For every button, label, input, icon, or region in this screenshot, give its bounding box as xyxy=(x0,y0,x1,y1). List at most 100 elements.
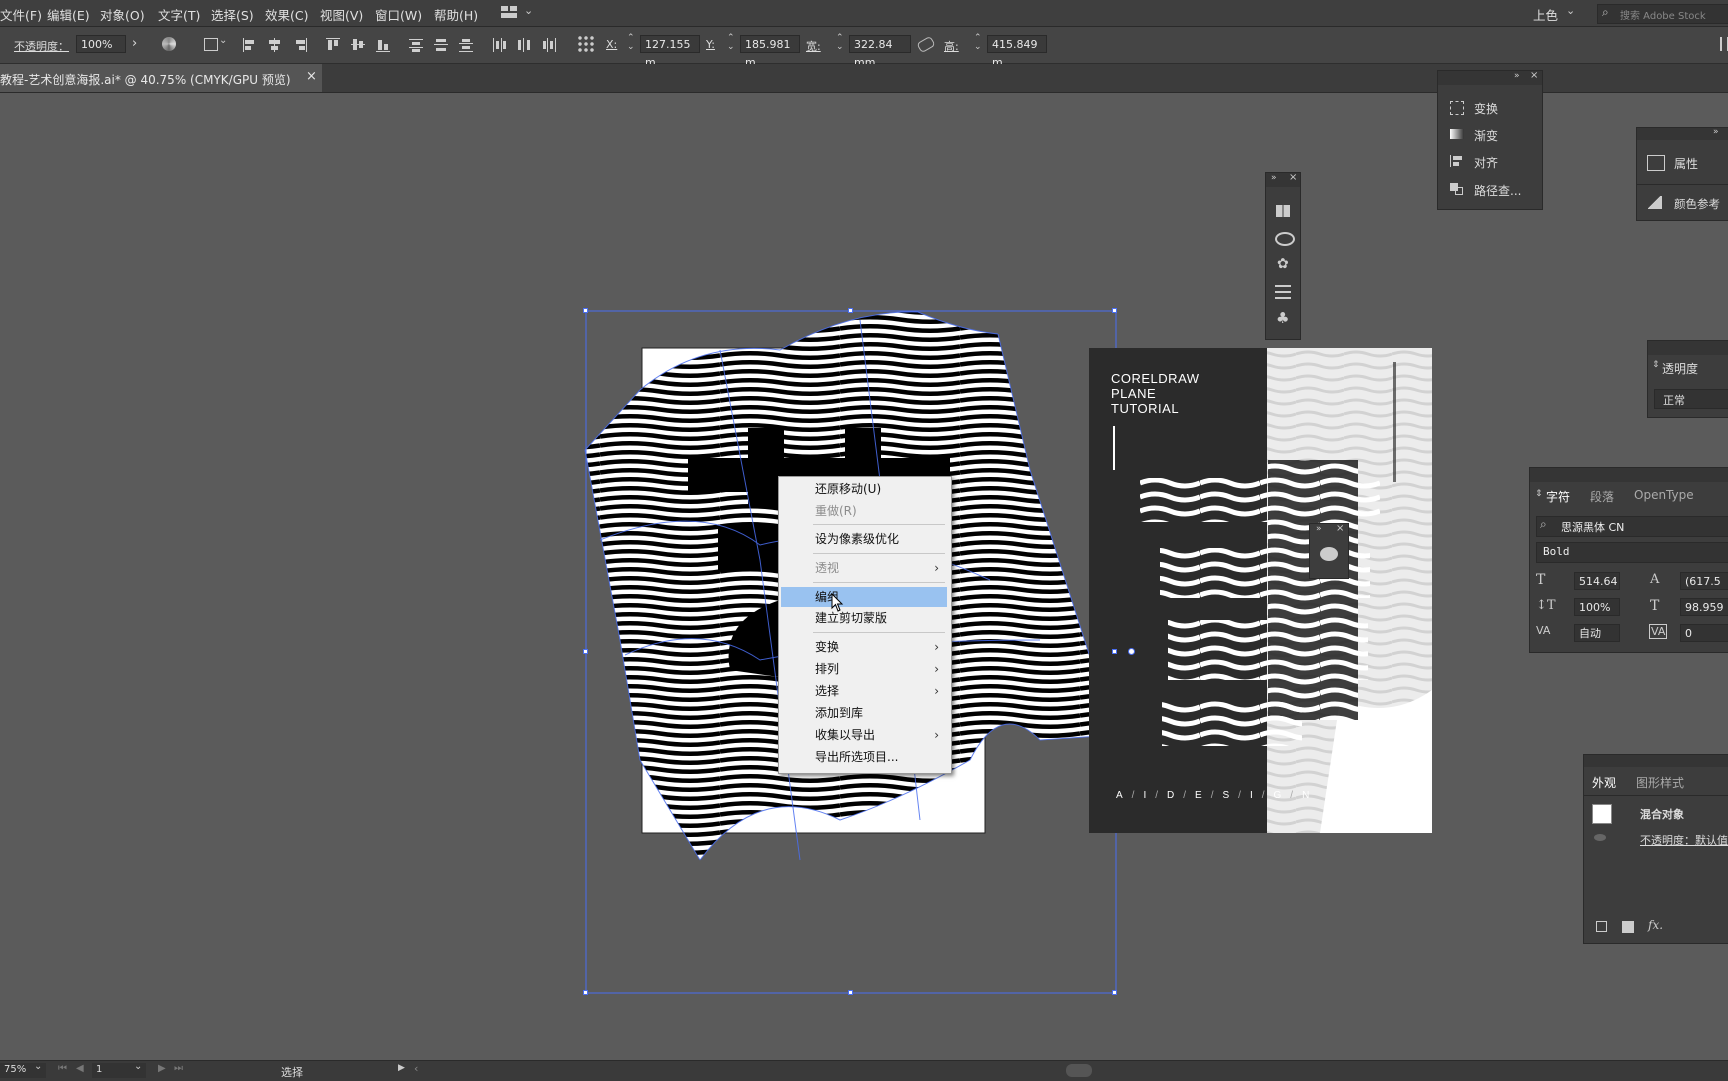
search-stock-input[interactable]: ⌕ 搜索 Adobe Stock xyxy=(1597,4,1728,24)
horizontal-scrollbar-thumb[interactable] xyxy=(1066,1064,1092,1077)
panel-menu-icon[interactable] xyxy=(1720,37,1728,51)
resize-handle[interactable] xyxy=(583,990,588,995)
kerning-field[interactable]: 自动 xyxy=(1574,624,1620,642)
menu-type[interactable]: 文字(T) xyxy=(158,5,200,24)
color-guide-icon[interactable] xyxy=(1320,547,1338,561)
context-item-collect-for-export[interactable]: 收集以导出 › xyxy=(781,725,947,745)
collapse-icon[interactable]: » xyxy=(1713,127,1719,137)
artboard-number-field[interactable]: 1 ⌄ xyxy=(92,1061,146,1078)
font-family-field[interactable]: ⌕ 思源黑体 CN xyxy=(1536,516,1728,537)
x-field[interactable]: 127.155 m xyxy=(640,35,700,69)
prev-artboard-icon[interactable]: ◀ xyxy=(76,1063,84,1074)
collapse-icon[interactable]: » xyxy=(1514,71,1520,81)
context-item-transform[interactable]: 变换 › xyxy=(781,637,947,657)
add-new-fill-icon[interactable] xyxy=(1622,921,1634,933)
resize-handle[interactable] xyxy=(848,990,853,995)
menu-select[interactable]: 选择(S) xyxy=(211,5,254,24)
context-item-add-to-library[interactable]: 添加到库 xyxy=(781,703,947,723)
stepper-icon[interactable]: ⌃ ⌄ xyxy=(836,34,844,52)
align-top-icon[interactable] xyxy=(326,38,340,52)
scroll-left-icon[interactable]: ‹ xyxy=(414,1062,418,1075)
resize-handle[interactable] xyxy=(1112,308,1117,313)
tab-paragraph[interactable]: 段落 xyxy=(1590,488,1614,505)
distribute-hcenter-icon[interactable] xyxy=(517,38,531,52)
panel-item-color-guide[interactable]: 颜色参考 xyxy=(1674,196,1720,212)
close-icon[interactable]: × xyxy=(1289,172,1297,183)
add-new-stroke-icon[interactable] xyxy=(1596,921,1607,932)
tracking-field[interactable]: 0 xyxy=(1680,624,1728,642)
appearance-opacity-row[interactable]: 不透明度：默认值 xyxy=(1640,832,1728,848)
context-item-group[interactable]: 编组 xyxy=(781,587,947,607)
menu-help[interactable]: 帮助(H) xyxy=(434,5,478,24)
shape-icon[interactable] xyxy=(204,38,218,51)
menu-object[interactable]: 对象(O) xyxy=(100,5,145,24)
height-field[interactable]: 415.849 m xyxy=(987,35,1047,69)
brushes-icon[interactable]: ✿ xyxy=(1277,256,1289,272)
tab-appearance[interactable]: 外观 xyxy=(1592,774,1616,791)
context-item-undo-move[interactable]: 还原移动(U) xyxy=(781,479,947,499)
next-artboard-icon[interactable]: ▶ xyxy=(158,1063,166,1074)
collapse-icon[interactable]: » xyxy=(1271,173,1277,183)
menu-edit[interactable]: 编辑(E) xyxy=(47,5,90,24)
panel-item-pathfinder[interactable]: 路径查... xyxy=(1474,182,1521,199)
distribute-right-icon[interactable] xyxy=(542,38,556,52)
close-icon[interactable]: × xyxy=(1336,523,1344,534)
stepper-icon[interactable]: ⌃ ⌄ xyxy=(974,34,982,52)
tab-character[interactable]: 字符 xyxy=(1546,488,1570,505)
last-artboard-icon[interactable]: ⏭ xyxy=(174,1063,183,1074)
y-field[interactable]: 185.981 m xyxy=(740,35,800,69)
symbols-icon[interactable]: ♣ xyxy=(1276,310,1289,326)
vertical-scale-field[interactable]: 100% xyxy=(1574,598,1620,616)
align-vcenter-icon[interactable] xyxy=(351,38,365,52)
tab-graphic-styles[interactable]: 图形样式 xyxy=(1636,774,1684,791)
chevron-right-icon[interactable]: › xyxy=(132,36,137,51)
distribute-bottom-icon[interactable] xyxy=(459,38,473,52)
visibility-eye-icon[interactable] xyxy=(1594,834,1606,841)
close-icon[interactable]: × xyxy=(306,69,317,84)
menu-window[interactable]: 窗口(W) xyxy=(375,5,422,24)
swatches-icon[interactable] xyxy=(1276,205,1290,217)
context-item-arrange[interactable]: 排列 › xyxy=(781,659,947,679)
reference-point-icon[interactable] xyxy=(577,35,595,53)
chevron-down-icon[interactable]: ⌄ xyxy=(1566,4,1575,17)
width-field[interactable]: 322.84 mm xyxy=(849,35,911,69)
recolor-icon[interactable] xyxy=(162,37,176,51)
stepper-icon[interactable]: ⌃ ⌄ xyxy=(727,34,735,52)
stroke-icon[interactable] xyxy=(1275,285,1291,299)
panel-item-align[interactable]: 对齐 xyxy=(1474,154,1498,171)
distribute-top-icon[interactable] xyxy=(409,38,423,52)
constrain-proportions-icon[interactable] xyxy=(916,35,936,54)
expand-icon[interactable]: ⇕ xyxy=(1652,360,1660,370)
align-right-icon[interactable] xyxy=(293,38,307,52)
blend-mode-select[interactable]: 正常 xyxy=(1654,389,1728,409)
zoom-field[interactable]: 75% ⌄ xyxy=(0,1061,46,1078)
close-icon[interactable]: × xyxy=(1530,70,1538,81)
document-tab[interactable]: 教程-艺术创意海报.ai* @ 40.75% (CMYK/GPU 预览) × xyxy=(0,64,322,92)
workspace-switcher-icon[interactable] xyxy=(501,6,517,18)
resize-handle[interactable] xyxy=(1112,649,1117,654)
stepper-icon[interactable]: ⌃ ⌄ xyxy=(627,34,635,52)
tab-opentype[interactable]: OpenType xyxy=(1634,488,1694,502)
center-point[interactable] xyxy=(1128,648,1135,655)
context-item-pixel-optimize[interactable]: 设为像素级优化 xyxy=(781,529,947,549)
add-effect-icon[interactable]: fx. xyxy=(1648,918,1663,932)
chevron-down-icon[interactable]: ⌄ xyxy=(134,1061,142,1072)
align-bottom-icon[interactable] xyxy=(376,38,390,52)
resize-handle[interactable] xyxy=(1112,990,1117,995)
status-menu-icon[interactable]: ▶ xyxy=(398,1063,405,1073)
horizontal-scale-field[interactable]: 98.959 xyxy=(1680,598,1728,616)
opacity-field[interactable]: 100% xyxy=(76,35,126,53)
menu-view[interactable]: 视图(V) xyxy=(320,5,363,24)
context-item-make-clipping-mask[interactable]: 建立剪切蒙版 xyxy=(781,608,947,628)
align-hcenter-icon[interactable] xyxy=(268,38,282,52)
font-style-field[interactable]: Bold xyxy=(1536,542,1728,563)
menu-file[interactable]: 文件(F) xyxy=(0,5,42,24)
resize-handle[interactable] xyxy=(583,308,588,313)
distribute-vcenter-icon[interactable] xyxy=(434,38,448,52)
distribute-left-icon[interactable] xyxy=(492,38,506,52)
resize-handle[interactable] xyxy=(583,649,588,654)
menu-effect[interactable]: 效果(C) xyxy=(265,5,308,24)
first-artboard-icon[interactable]: ⏮ xyxy=(58,1063,67,1074)
panel-item-transform[interactable]: 变换 xyxy=(1474,100,1498,117)
panel-item-properties[interactable]: 属性 xyxy=(1674,155,1698,172)
